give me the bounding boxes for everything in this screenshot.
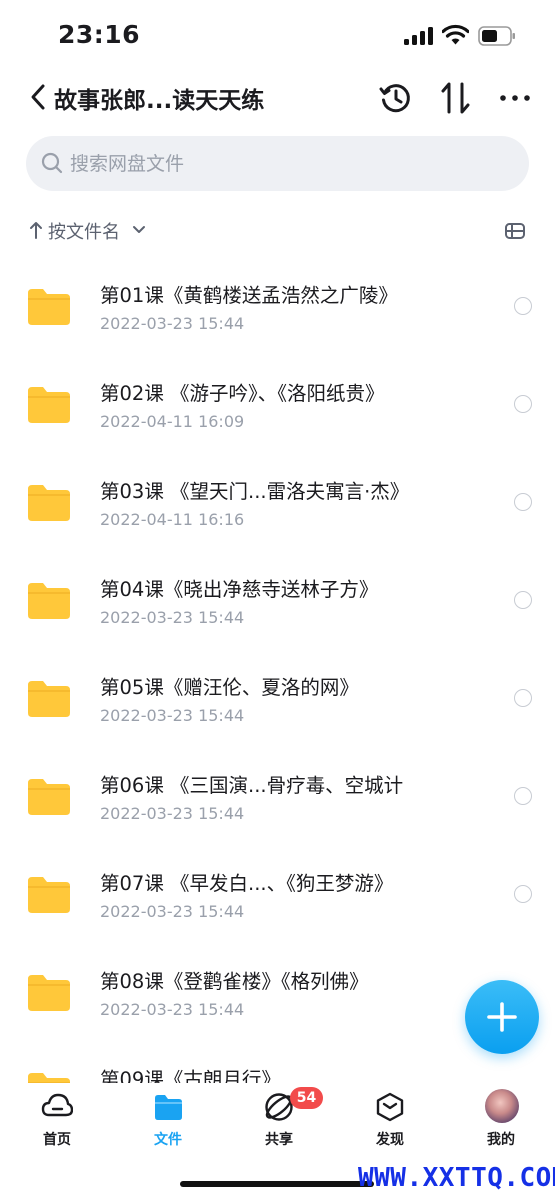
discover-icon	[376, 1092, 404, 1122]
nav-item-me[interactable]: 我的	[461, 1089, 541, 1151]
list-item[interactable]: 第03课 《望天门...雷洛夫寓言·杰》 2022-04-11 16:16	[0, 453, 555, 551]
file-name: 第04课《晓出净慈寺送林子方》	[100, 578, 379, 601]
sort-toggle-icon[interactable]	[440, 80, 472, 116]
page-title: 故事张郎...读天天练	[54, 88, 265, 114]
select-radio[interactable]	[514, 787, 532, 805]
select-radio[interactable]	[514, 689, 532, 707]
home-indicator	[180, 1181, 374, 1187]
view-mode-icon[interactable]	[504, 220, 526, 242]
list-item[interactable]: 第01课《黄鹤楼送孟浩然之广陵》 2022-03-23 15:44	[0, 257, 555, 355]
signal-icon	[404, 27, 433, 45]
file-name: 第07课 《早发白...、《狗王梦游》	[100, 872, 394, 895]
file-date: 2022-03-23 15:44	[100, 902, 245, 921]
select-radio[interactable]	[514, 591, 532, 609]
file-date: 2022-03-23 15:44	[100, 1000, 245, 1019]
folder-icon	[28, 779, 70, 815]
list-item[interactable]: 第02课 《游子吟》、《洛阳纸贵》 2022-04-11 16:09	[0, 355, 555, 453]
file-name: 第08课《登鹳雀楼》《格列佛》	[100, 970, 369, 993]
select-radio[interactable]	[514, 395, 532, 413]
select-radio[interactable]	[514, 297, 532, 315]
nav-item-discover[interactable]: 发现	[350, 1091, 430, 1151]
file-name: 第02课 《游子吟》、《洛阳纸贵》	[100, 382, 385, 405]
chevron-down-icon[interactable]	[132, 224, 146, 236]
folder-icon	[28, 485, 70, 521]
file-date: 2022-03-23 15:44	[100, 314, 245, 333]
file-list: 第01课《黄鹤楼送孟浩然之广陵》 2022-03-23 15:44 第02课 《…	[0, 257, 555, 1083]
folder-icon	[28, 681, 70, 717]
avatar	[485, 1089, 519, 1123]
plus-icon	[487, 1002, 517, 1032]
file-name: 第06课 《三国演...骨疗毒、空城计	[100, 774, 404, 797]
status-time: 23:16	[58, 20, 141, 49]
folder-icon	[28, 877, 70, 913]
list-item[interactable]: 第07课 《早发白...、《狗王梦游》 2022-03-23 15:44	[0, 845, 555, 943]
select-radio[interactable]	[514, 493, 532, 511]
search-bar[interactable]	[26, 136, 529, 191]
back-chevron-icon[interactable]	[28, 82, 48, 112]
sort-label[interactable]: 按文件名	[48, 218, 120, 244]
header: 故事张郎...读天天练	[0, 72, 555, 122]
wifi-icon	[442, 24, 469, 45]
list-item[interactable]: 第06课 《三国演...骨疗毒、空城计 2022-03-23 15:44	[0, 747, 555, 845]
file-name: 第03课 《望天门...雷洛夫寓言·杰》	[100, 480, 410, 503]
add-button[interactable]	[465, 980, 539, 1054]
nav-item-home[interactable]: 首页	[17, 1091, 97, 1151]
nav-item-files[interactable]: 文件	[128, 1091, 208, 1151]
file-date: 2022-03-23 15:44	[100, 804, 245, 823]
history-icon[interactable]	[378, 80, 414, 116]
home-icon	[41, 1093, 73, 1117]
file-name: 第05课《赠汪伦、夏洛的网》	[100, 676, 359, 699]
list-item[interactable]: 第05课《赠汪伦、夏洛的网》 2022-03-23 15:44	[0, 649, 555, 747]
file-date: 2022-03-23 15:44	[100, 608, 245, 627]
list-item[interactable]: 第04课《晓出净慈寺送林子方》 2022-03-23 15:44	[0, 551, 555, 649]
nav-label: 发现	[376, 1132, 404, 1148]
file-date: 2022-04-11 16:09	[100, 412, 245, 431]
folder-icon	[28, 387, 70, 423]
share-count-badge: 54	[290, 1087, 323, 1109]
search-input[interactable]	[70, 136, 510, 191]
nav-label: 我的	[487, 1132, 515, 1148]
folder-icon	[28, 289, 70, 325]
more-icon[interactable]	[498, 86, 532, 110]
list-item[interactable]: 第09课《古朗月行》	[0, 1041, 555, 1083]
file-name: 第09课《古朗月行》	[100, 1068, 281, 1083]
nav-label: 首页	[43, 1132, 71, 1148]
nav-label: 文件	[154, 1132, 182, 1148]
folder-icon	[28, 1073, 70, 1083]
battery-icon	[478, 26, 515, 46]
file-name: 第01课《黄鹤楼送孟浩然之广陵》	[100, 284, 398, 307]
sort-ascending-icon[interactable]	[28, 220, 44, 240]
sort-row: 按文件名	[28, 214, 528, 248]
folder-icon	[28, 975, 70, 1011]
folder-icon	[155, 1095, 182, 1120]
folder-icon	[28, 583, 70, 619]
nav-label: 共享	[265, 1132, 293, 1148]
status-bar: 23:16	[0, 0, 555, 70]
file-date: 2022-04-11 16:16	[100, 510, 245, 529]
search-icon	[41, 152, 63, 174]
watermark: WWW.XXTTQ.COM	[358, 1163, 555, 1193]
file-date: 2022-03-23 15:44	[100, 706, 245, 725]
select-radio[interactable]	[514, 885, 532, 903]
